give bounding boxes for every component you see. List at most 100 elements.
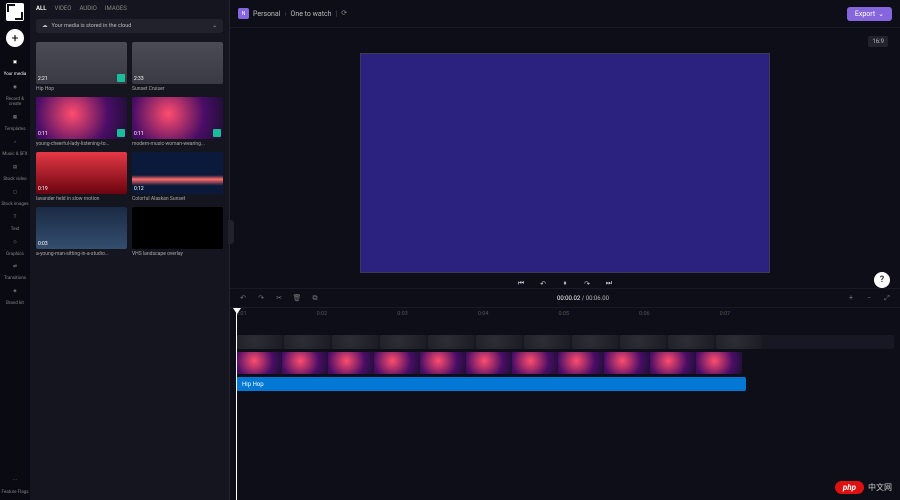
tab-video[interactable]: VIDEO xyxy=(55,5,72,12)
media-thumbnail[interactable]: 0:03 xyxy=(36,207,127,249)
replay-fwd-button[interactable]: ↷ xyxy=(581,280,593,288)
delete-button[interactable]: 🗑 xyxy=(292,294,302,302)
media-tabs: ALL VIDEO AUDIO IMAGES xyxy=(30,0,229,17)
media-card[interactable]: 0:12 Colorful Alaskan Sunset xyxy=(132,152,223,202)
watermark-text: 中文网 xyxy=(868,482,892,493)
film-icon: ▤ xyxy=(10,166,20,176)
tracks: Hip Hop xyxy=(230,317,900,397)
check-icon xyxy=(117,129,125,137)
nav-rail: + ▣Your media ◉Record & create ▦Template… xyxy=(0,0,30,500)
rail-templates[interactable]: ▦Templates xyxy=(0,112,30,137)
media-thumbnail[interactable]: 2:21 xyxy=(36,42,127,84)
zoom-out-button[interactable]: − xyxy=(864,294,874,302)
cloud-message: Your media is stored in the cloud xyxy=(52,23,132,29)
tab-audio[interactable]: AUDIO xyxy=(79,5,96,12)
undo-button[interactable]: ↶ xyxy=(238,294,248,302)
ruler-mark: 0:02 xyxy=(317,311,328,317)
media-title: young-cheerful-lady-listening-to... xyxy=(36,141,127,147)
rail-music-sfx[interactable]: ♪Music & SFX xyxy=(0,137,30,162)
media-title: Colorful Alaskan Sunset xyxy=(132,196,223,202)
ghost-frame xyxy=(284,335,330,349)
ruler-mark: 0:07 xyxy=(720,311,731,317)
aspect-ratio-selector[interactable]: 16:9 xyxy=(868,36,888,47)
ghost-frame xyxy=(572,335,618,349)
media-duration: 0:03 xyxy=(38,241,48,247)
skip-back-button[interactable]: ⏮ xyxy=(515,279,527,288)
camera-icon: ◉ xyxy=(10,86,20,96)
transitions-icon: ⇄ xyxy=(10,265,20,275)
ghost-frame xyxy=(428,335,474,349)
duplicate-button[interactable]: ⧉ xyxy=(310,294,320,303)
media-card[interactable]: 2:21Hip Hop xyxy=(36,42,127,92)
media-thumbnail[interactable]: 0:12 xyxy=(132,152,223,194)
ruler-mark: 0:06 xyxy=(639,311,650,317)
timeline-toolbar: ↶ ↷ ✂ 🗑 ⧉ 00:00.02 / 00:06.00 + − ⤢ xyxy=(230,288,900,308)
media-card[interactable]: 0:03 a-young-man-sitting-in-a-studio... xyxy=(36,207,127,257)
ghost-frame xyxy=(236,335,282,349)
zoom-in-button[interactable]: + xyxy=(846,294,856,302)
video-clip[interactable] xyxy=(236,352,746,374)
app-logo xyxy=(6,3,24,21)
ghost-frame xyxy=(476,335,522,349)
media-thumbnail[interactable] xyxy=(132,207,223,249)
ruler-mark: 0:03 xyxy=(397,311,408,317)
split-button[interactable]: ✂ xyxy=(274,294,284,302)
preview-canvas[interactable] xyxy=(360,53,770,273)
rail-text[interactable]: TText xyxy=(0,212,30,237)
ghost-track[interactable] xyxy=(236,335,894,349)
shapes-icon: ◇ xyxy=(10,241,20,251)
cloud-storage-banner[interactable]: ☁ Your media is stored in the cloud ⌄ xyxy=(36,19,223,33)
media-thumbnail[interactable]: 2:33 xyxy=(132,42,223,84)
workspace-name[interactable]: Personal xyxy=(253,10,280,18)
export-button[interactable]: Export ⌄ xyxy=(847,7,892,21)
media-card[interactable]: 0:11 young-cheerful-lady-listening-to... xyxy=(36,97,127,147)
rail-stock-video[interactable]: ▤Stock video xyxy=(0,162,30,187)
check-icon xyxy=(117,74,125,82)
rail-transitions[interactable]: ⇄Transitions xyxy=(0,261,30,286)
media-duration: 0:11 xyxy=(134,131,144,137)
redo-button[interactable]: ↷ xyxy=(256,294,266,302)
rail-stock-images[interactable]: ▢Stock images xyxy=(0,187,30,212)
pause-button[interactable]: ⏸ xyxy=(559,279,571,288)
tab-all[interactable]: ALL xyxy=(36,5,47,12)
video-frame xyxy=(604,352,650,374)
ghost-frame xyxy=(524,335,570,349)
rail-brand-kit[interactable]: ◈Brand kit xyxy=(0,286,30,311)
help-button[interactable]: ? xyxy=(874,272,890,288)
timeline[interactable]: 0:010:020:030:040:050:060:07 Hip Hop xyxy=(230,308,900,500)
watermark: php 中文网 xyxy=(835,481,892,494)
audio-clip[interactable]: Hip Hop xyxy=(236,377,746,391)
replay-back-button[interactable]: ↶ xyxy=(537,280,549,288)
rail-feature-flags[interactable]: ⋯Feature Flags xyxy=(0,475,30,500)
zoom-fit-button[interactable]: ⤢ xyxy=(882,294,892,303)
chevron-down-icon: ⌄ xyxy=(212,23,217,29)
rail-record-create[interactable]: ◉Record & create xyxy=(0,82,30,112)
ghost-frame xyxy=(620,335,666,349)
media-card[interactable]: VHS landscape overlay xyxy=(132,207,223,257)
timeline-ruler[interactable]: 0:010:020:030:040:050:060:07 xyxy=(230,308,900,317)
rail-your-media[interactable]: ▣Your media xyxy=(0,57,30,82)
media-title: lavander field in slow motion xyxy=(36,196,127,202)
video-frame xyxy=(374,352,420,374)
video-frame xyxy=(512,352,558,374)
media-card[interactable]: 0:19 lavander field in slow motion xyxy=(36,152,127,202)
media-thumbnail[interactable]: 0:11 xyxy=(36,97,127,139)
ghost-frame xyxy=(716,335,762,349)
video-icon: ▣ xyxy=(10,61,20,71)
media-thumbnail[interactable]: 0:19 xyxy=(36,152,127,194)
playhead[interactable] xyxy=(236,308,237,500)
media-card[interactable]: 2:33Sunset Cruiser xyxy=(132,42,223,92)
media-grid: 2:21Hip Hop2:33Sunset Cruiser0:11young-c… xyxy=(30,39,229,260)
skip-fwd-button[interactable]: ⏭ xyxy=(603,279,615,288)
project-name[interactable]: One to watch xyxy=(291,10,332,18)
breadcrumb: N Personal › One to watch | ⟳ xyxy=(238,8,351,19)
media-thumbnail[interactable]: 0:11 xyxy=(132,97,223,139)
audio-clip-label: Hip Hop xyxy=(242,381,264,388)
rail-graphics[interactable]: ◇Graphics xyxy=(0,237,30,262)
media-title: a-young-man-sitting-in-a-studio... xyxy=(36,251,127,257)
tab-images[interactable]: IMAGES xyxy=(105,5,127,12)
add-button[interactable]: + xyxy=(6,29,24,47)
media-duration: 0:12 xyxy=(134,186,144,192)
workspace-avatar[interactable]: N xyxy=(238,8,249,19)
media-card[interactable]: 0:11modern-music-woman-wearing... xyxy=(132,97,223,147)
